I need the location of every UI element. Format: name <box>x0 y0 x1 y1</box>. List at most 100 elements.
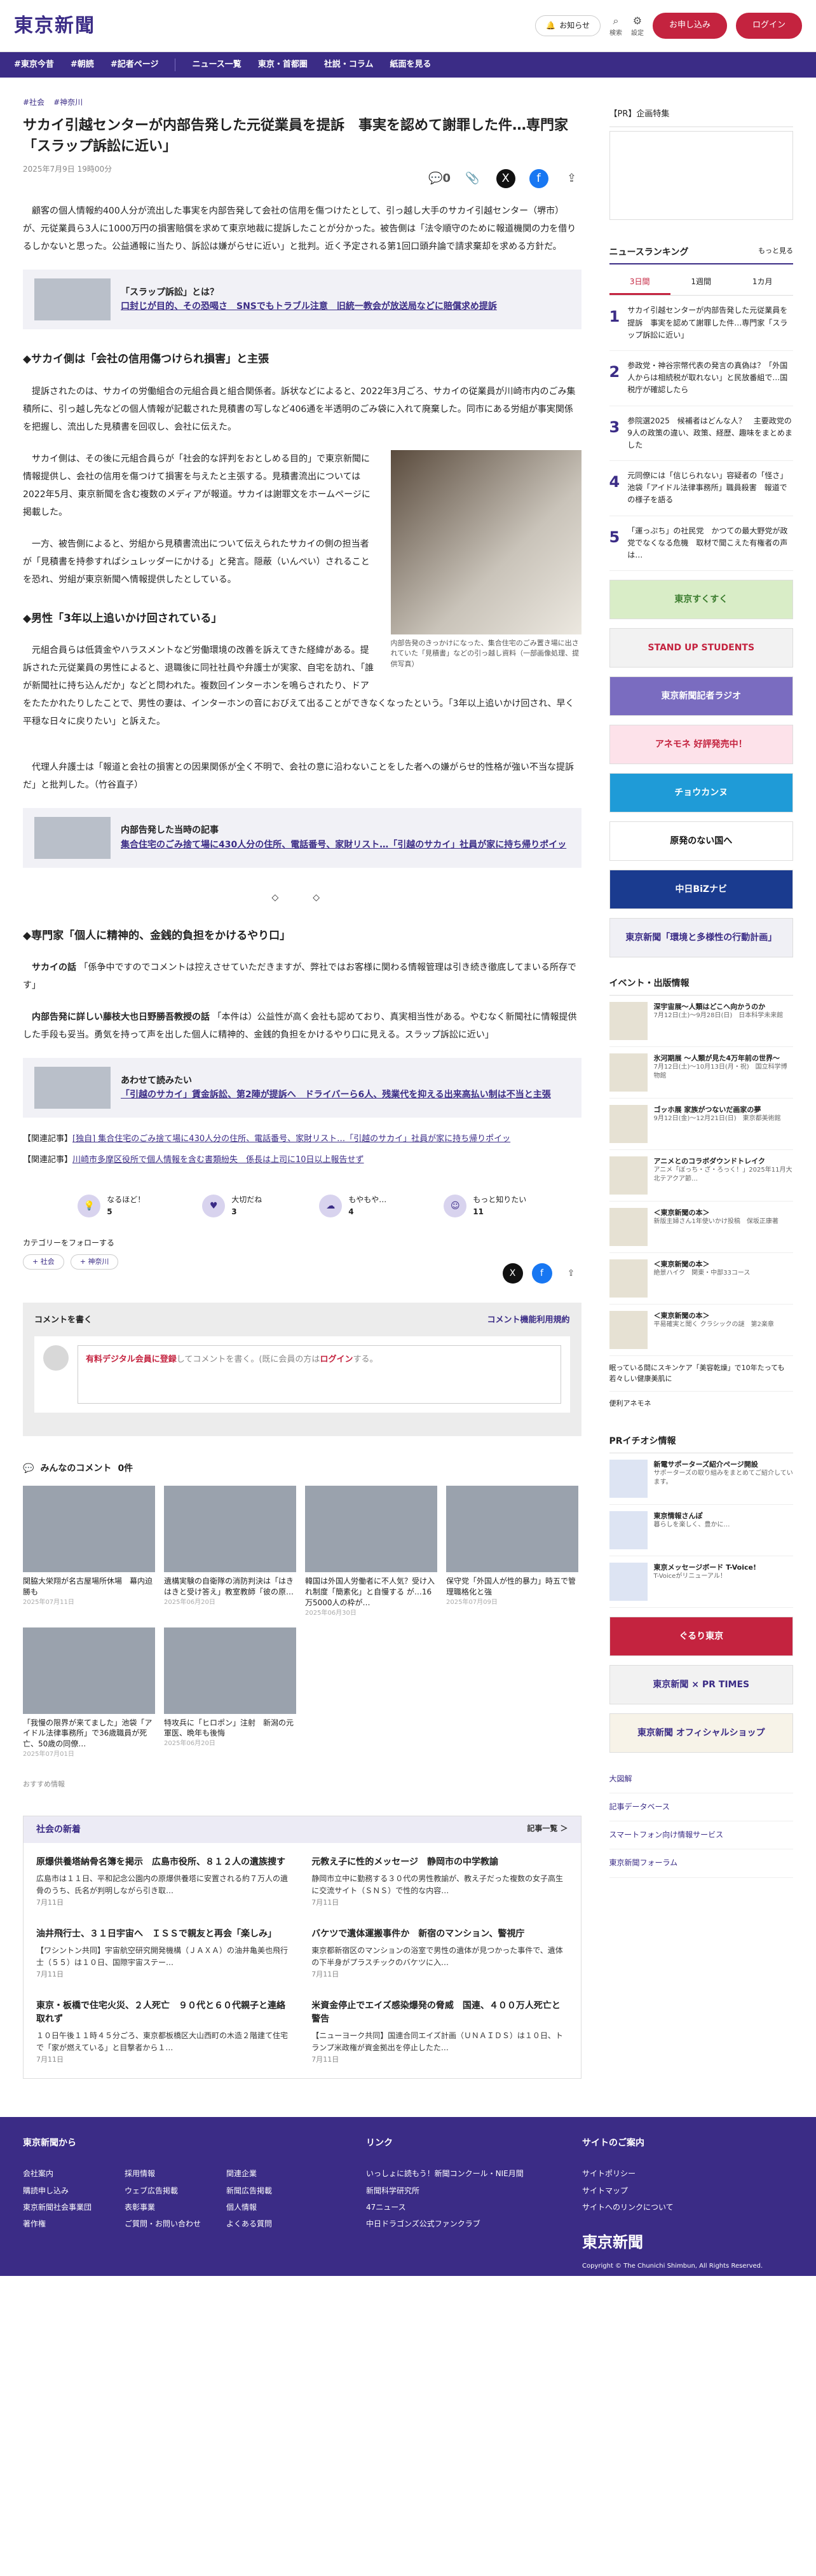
recommend-card[interactable]: 遺構実験の自衛隊の消防判決は「はきはきと受け答え」教室教師「彼の原… 2025年0… <box>164 1486 296 1618</box>
side-banner[interactable]: 東京新聞 × PR TIMES <box>609 1664 793 1704</box>
reaction-button[interactable]: ♥ 大切だね 3 <box>202 1194 262 1218</box>
facebook-share-icon[interactable]: f <box>531 1263 552 1284</box>
nav-item[interactable]: #東京今昔 <box>14 58 54 72</box>
recommend-card[interactable]: 保守党「外国人が性的暴力」時五で管理職格化と強 2025年07月09日 <box>446 1486 578 1618</box>
ranking-item[interactable]: 3 参院選2025 候補者はどんな人？ 主要政党の9人の政策の違い、政策、経歴、趣… <box>609 406 793 462</box>
comment-input[interactable]: 有料デジタル会員に登録してコメントを書く。(既に会員の方はログインする。 <box>78 1345 561 1404</box>
footer-link[interactable]: ご質問・お問い合わせ <box>125 2216 226 2232</box>
event-item[interactable]: ＜東京新聞の本＞ 平易確実と聞く クラシックの謎 第2楽章 <box>609 1305 793 1356</box>
pr-item[interactable]: 東京情報さんぽ 暮らしを楽しく、豊かに… <box>609 1505 793 1556</box>
recommend-card[interactable]: 韓国は外国人労働者に不人気？受け入れ制度「簡素化」と自慢する が…16万5000… <box>305 1486 437 1618</box>
tab-3days[interactable]: 3日間 <box>609 271 670 296</box>
comment-count-button[interactable]: 💬 0 <box>428 169 451 188</box>
footer-link[interactable]: 表彰事業 <box>125 2199 226 2216</box>
related-box-link[interactable]: 集合住宅のごみ捨て場に430人分の住所、電話番号、家財リスト…「引越のサカイ」社… <box>121 838 566 852</box>
news-item[interactable]: 米資金停止でエイズ感染爆発の脅威 国連、４００万人死亡と警告 【ニューヨーク共同】… <box>311 1999 568 2066</box>
photo-image[interactable] <box>390 449 581 634</box>
footer-link[interactable]: 購読申し込み <box>23 2182 125 2199</box>
footer-link[interactable]: 会社案内 <box>23 2165 125 2182</box>
footer-link[interactable]: 採用情報 <box>125 2165 226 2182</box>
related-box[interactable]: 内部告発した当時の記事 集合住宅のごみ捨て場に430人分の住所、電話番号、家財リス… <box>23 807 581 868</box>
x-share-icon[interactable]: X <box>496 169 515 189</box>
register-link[interactable]: 有料デジタル会員に登録 <box>86 1355 177 1364</box>
ranking-item[interactable]: 1 サカイ引越センターが内部告発した元従業員を提訴 事実を認めて謝罪した件…専門家… <box>609 296 793 351</box>
follow-chip[interactable]: + 社会 <box>23 1254 64 1270</box>
search-button[interactable]: ⌕ 検索 <box>609 13 622 39</box>
nav-item[interactable]: 社説・コラム <box>324 58 374 72</box>
ad-slot[interactable] <box>609 130 793 220</box>
tag-link[interactable]: #神奈川 <box>53 97 83 109</box>
ranking-more-link[interactable]: もっと見る <box>758 245 793 259</box>
reaction-button[interactable]: ☁ もやもや… 4 <box>319 1194 386 1218</box>
footer-link[interactable]: 著作権 <box>23 2216 125 2232</box>
event-promo[interactable]: 眠っている間にスキンケア「美容乾燥」で10年たっても若々しい健康美肌に <box>609 1356 793 1392</box>
side-banner[interactable]: アネモネ 好評発売中！ <box>609 725 793 765</box>
recommend-card[interactable]: 特攻兵に「ヒロポン」注射 新潟の元軍医、晩年も後悔 2025年06月20日 <box>164 1627 296 1760</box>
subscribe-button[interactable]: お申し込み <box>652 13 727 39</box>
footer-link[interactable]: サイトマップ <box>582 2182 763 2199</box>
footer-link[interactable]: よくある質問 <box>226 2216 328 2232</box>
footer-link[interactable]: サイトポリシー <box>582 2165 763 2182</box>
news-item[interactable]: 原爆供養塔納骨名簿を掲示 広島市役所、８１２人の遺族捜す 広島市は１１日、平和記念… <box>36 1856 292 1908</box>
site-logo[interactable]: 東京新聞 <box>14 11 95 41</box>
reaction-button[interactable]: 💡 なるほど！ 5 <box>78 1194 145 1218</box>
news-item[interactable]: 油井飛行士、３１日宇宙へ ＩＳＳで親友と再会「楽しみ」 【ワシントン共同】宇宙航空… <box>36 1928 292 1980</box>
related-link[interactable]: [独自] 集合住宅のごみ捨て場に430人分の住所、電話番号、家財リスト…「引越の… <box>72 1134 510 1144</box>
facebook-share-icon[interactable]: f <box>529 169 548 189</box>
x-share-icon[interactable]: X <box>502 1263 523 1284</box>
nav-item[interactable]: #朝読 <box>71 58 94 72</box>
side-banner[interactable]: 原発のない国へ <box>609 821 793 861</box>
social-more-link[interactable]: 記事一覧 ＞ <box>527 1823 568 1837</box>
tab-1week[interactable]: 1週間 <box>670 271 732 295</box>
side-banner[interactable]: STAND UP STUDENTS <box>609 628 793 668</box>
side-banner[interactable]: 中日BiZナビ <box>609 870 793 910</box>
footer-link[interactable]: 新聞科学研究所 <box>366 2182 544 2199</box>
footer-link[interactable]: いっしょに読もう！新聞コンクール・NIE月間 <box>366 2165 544 2182</box>
share-icon[interactable]: ⇪ <box>562 169 581 188</box>
footer-logo[interactable]: 東京新聞 <box>582 2226 763 2259</box>
notice-button[interactable]: 🔔 お知らせ <box>535 15 601 37</box>
event-item[interactable]: 深宇宙展〜人類はどこへ向かうのか 7月12日(土)〜9月28日(日) 日本科学未来… <box>609 996 793 1047</box>
news-item[interactable]: 元教え子に性的メッセージ 静岡市の中学教諭 静岡市立中に勤務する３０代の男性教諭が… <box>311 1856 568 1908</box>
footer-link[interactable]: 個人情報 <box>226 2199 328 2216</box>
news-item[interactable]: 東京・板橋で住宅火災、２人死亡 ９０代と６０代親子と連絡取れず １０日午後１１時４… <box>36 1999 292 2066</box>
recommend-card[interactable]: 関脇大栄翔が名古屋場所休場 幕内迫勝も 2025年07月11日 <box>23 1486 155 1618</box>
nav-item[interactable]: ニュース一覧 <box>192 58 241 72</box>
ranking-item[interactable]: 5 「運っぷち」の社民党 かつての最大野党が政党でなくなる危機 取材で聞こえた有権… <box>609 516 793 572</box>
event-item[interactable]: ＜東京新聞の本＞ 絶景ハイク 関東・中部33コース <box>609 1253 793 1305</box>
side-banner[interactable]: 東京新聞 オフィシャルショップ <box>609 1713 793 1753</box>
nav-item[interactable]: 東京・首都圏 <box>258 58 308 72</box>
footer-link[interactable]: 中日ドラゴンズ公式ファンクラブ <box>366 2216 544 2232</box>
share-icon[interactable]: ⇪ <box>561 1263 581 1284</box>
footer-link[interactable]: サイトへのリンクについて <box>582 2199 763 2216</box>
footer-link[interactable]: 47ニュース <box>366 2199 544 2216</box>
login-button[interactable]: ログイン <box>735 13 802 39</box>
side-link[interactable]: 大図解 <box>609 1765 793 1793</box>
settings-button[interactable]: ⚙ 設定 <box>631 13 644 39</box>
comment-rules-link[interactable]: コメント機能利用規約 <box>487 1314 569 1327</box>
side-link[interactable]: 東京新聞フォーラム <box>609 1849 793 1878</box>
related-box-link[interactable]: 口封じが目的、その恐喝さ SNSでもトラブル注意 旧統一教会が放送局などに賠償求… <box>121 299 497 313</box>
recommend-card[interactable]: 「我慢の限界が来てました」池袋「アイドル法律事務所」で36歳職員が死亡、50歳の… <box>23 1627 155 1760</box>
related-link[interactable]: 川崎市多摩区役所で個人情報を含む書類紛失 係長は上司に10日以上報告せず <box>72 1155 364 1165</box>
side-banner[interactable]: チョウカンヌ <box>609 773 793 813</box>
event-item[interactable]: 氷河期展 〜人類が見た4万年前の世界〜 7月12日(土)〜10月13日(月・祝) … <box>609 1047 793 1099</box>
footer-link[interactable]: 関連企業 <box>226 2165 328 2182</box>
footer-link[interactable]: 新聞広告掲載 <box>226 2182 328 2199</box>
footer-link[interactable]: 東京新聞社会事業団 <box>23 2199 125 2216</box>
pr-item[interactable]: 東京メッセージボード T-Voice! T-Voiceがリニューアル！ <box>609 1556 793 1608</box>
ranking-item[interactable]: 2 参政党・神谷宗幣代表の発言の真偽は？「外国人からは相続税が取れない」と民放番組… <box>609 351 793 406</box>
event-item[interactable]: ＜東京新聞の本＞ 新版主婦さん1年使いかけ投稿 保坂正康著 <box>609 1202 793 1253</box>
event-item[interactable]: ゴッホ展 家族がつないだ画家の夢 9月12日(金)〜12月21日(日) 東京都美術… <box>609 1099 793 1150</box>
nav-item[interactable]: #記者ページ <box>111 58 159 72</box>
tag-link[interactable]: #社会 <box>23 97 44 109</box>
clip-icon[interactable]: 📎 <box>463 169 482 188</box>
side-link[interactable]: 記事データベース <box>609 1793 793 1822</box>
side-link[interactable]: スマートフォン向け情報サービス <box>609 1821 793 1850</box>
footer-link[interactable]: ウェブ広告掲載 <box>125 2182 226 2199</box>
related-box-link[interactable]: 「引越のサカイ」賃金訴訟、第2陣が提訴へ ドライバーら6人、残業代を抑える出来高… <box>121 1088 551 1102</box>
related-box[interactable]: あわせて読みたい 「引越のサカイ」賃金訴訟、第2陣が提訴へ ドライバーら6人、残業… <box>23 1058 581 1118</box>
side-banner[interactable]: 東京新聞「環境と多様性の行動計画」 <box>609 918 793 958</box>
news-item[interactable]: バケツで遺体運搬事件か 新宿のマンション、警視庁 東京都新宿区のマンションの浴室で… <box>311 1928 568 1980</box>
follow-chip[interactable]: + 神奈川 <box>70 1254 119 1270</box>
